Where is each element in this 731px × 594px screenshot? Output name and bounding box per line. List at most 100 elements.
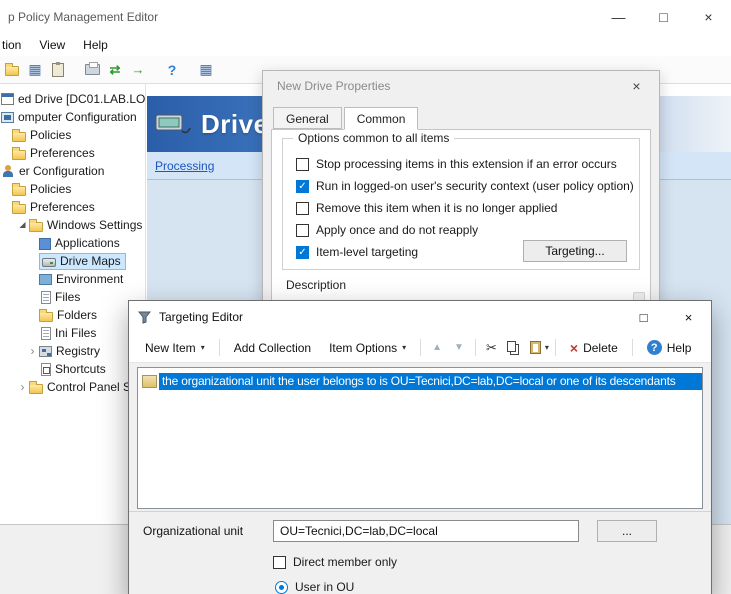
grid-view-icon[interactable]: ▦ xyxy=(196,60,216,80)
folder-icon xyxy=(12,132,26,142)
tree-item-control-panel-settings[interactable]: › Control Panel Sett xyxy=(0,378,145,396)
close-button[interactable]: × xyxy=(686,0,731,34)
tree-item-windows-settings[interactable]: ◢ Windows Settings xyxy=(0,216,145,234)
up-level-icon[interactable] xyxy=(2,60,22,80)
add-collection-label: Add Collection xyxy=(234,341,311,355)
chevron-down-icon[interactable]: ▾ xyxy=(545,343,549,352)
tree-item-registry[interactable]: › Registry xyxy=(0,342,145,360)
targeting-button[interactable]: Targeting... xyxy=(523,240,627,262)
tree-item-policies-user[interactable]: Policies xyxy=(0,180,145,198)
targeting-items-list: the organizational unit the user belongs… xyxy=(137,367,703,509)
menu-action[interactable]: tion xyxy=(0,35,30,55)
expander-closed-icon[interactable]: › xyxy=(16,378,29,396)
new-item-button[interactable]: New Item ▾ xyxy=(137,337,213,359)
funnel-icon xyxy=(138,311,151,324)
targeting-item-text: the organizational unit the user belongs… xyxy=(159,373,702,390)
maximize-icon[interactable]: □ xyxy=(621,301,666,333)
checkbox-checked[interactable]: ✓ xyxy=(296,180,309,193)
tree-item-files[interactable]: Files xyxy=(0,288,145,306)
expander-open-icon[interactable]: ◢ xyxy=(16,216,29,234)
folder-icon xyxy=(29,384,43,394)
add-collection-button[interactable]: Add Collection xyxy=(226,337,319,359)
toolbar-separator xyxy=(555,339,556,356)
minimize-button[interactable]: — xyxy=(596,0,641,34)
option-run-user-context[interactable]: ✓ Run in logged-on user's security conte… xyxy=(283,175,639,197)
targeting-item-row[interactable]: the organizational unit the user belongs… xyxy=(138,372,702,390)
console-tree: ed Drive [DC01.LAB.LOCA omputer Configur… xyxy=(0,84,146,524)
checkbox-unchecked[interactable] xyxy=(296,224,309,237)
menu-help[interactable]: Help xyxy=(74,35,117,55)
option-apply-once[interactable]: Apply once and do not reapply xyxy=(283,219,639,241)
tree-item-label: Policies xyxy=(30,182,71,196)
tree-item-shortcuts[interactable]: Shortcuts xyxy=(0,360,145,378)
folder-icon xyxy=(5,66,19,76)
option-stop-processing[interactable]: Stop processing items in this extension … xyxy=(283,153,639,175)
close-icon[interactable]: × xyxy=(666,301,711,333)
tree-item-environment[interactable]: Environment xyxy=(0,270,145,288)
refresh-icon[interactable]: ⇄ xyxy=(105,60,125,80)
console-icon xyxy=(1,93,14,105)
user-in-ou-row[interactable]: User in OU xyxy=(275,580,697,594)
move-down-icon[interactable]: ▼ xyxy=(449,342,469,353)
tree-item-label: Files xyxy=(55,290,80,304)
folder-icon xyxy=(12,150,26,160)
chevron-down-icon: ▾ xyxy=(201,343,205,352)
cut-icon[interactable]: ✂ xyxy=(482,340,501,356)
move-up-icon[interactable]: ▲ xyxy=(427,342,447,353)
tree-item-folders[interactable]: Folders xyxy=(0,306,145,324)
delete-label: Delete xyxy=(583,341,618,355)
tree-item-user-configuration[interactable]: er Configuration xyxy=(0,162,145,180)
menu-view[interactable]: View xyxy=(30,35,74,55)
copy-icon[interactable] xyxy=(507,341,516,352)
targeting-toolbar: New Item ▾ Add Collection Item Options ▾… xyxy=(129,333,711,363)
screen: p Policy Management Editor — □ × tion Vi… xyxy=(0,0,731,594)
tree-item-ini-files[interactable]: Ini Files xyxy=(0,324,145,342)
tree-item-preferences-user[interactable]: Preferences xyxy=(0,198,145,216)
folder-icon xyxy=(12,186,26,196)
printer-icon xyxy=(85,64,100,75)
console-tree-icon[interactable]: ▦ xyxy=(25,60,45,80)
checkbox-unchecked[interactable] xyxy=(296,202,309,215)
organizational-unit-input[interactable] xyxy=(273,520,579,542)
tree-item-label: Environment xyxy=(56,272,123,286)
paste-icon[interactable] xyxy=(530,341,541,354)
tree-item-applications[interactable]: Applications xyxy=(0,234,145,252)
checkbox-checked[interactable]: ✓ xyxy=(296,246,309,259)
tree-item-drive-maps[interactable]: Drive Maps xyxy=(0,252,145,270)
toolbar-separator xyxy=(475,339,476,356)
help-button[interactable]: ? Help xyxy=(639,336,700,359)
tab-common[interactable]: Common xyxy=(344,107,419,130)
checkbox-unchecked[interactable] xyxy=(296,158,309,171)
maximize-button[interactable]: □ xyxy=(641,0,686,34)
clipboard-icon xyxy=(52,63,64,77)
properties-icon[interactable] xyxy=(48,60,68,80)
applications-icon xyxy=(39,238,51,250)
toolbar-separator xyxy=(219,339,220,356)
option-remove-item[interactable]: Remove this item when it is no longer ap… xyxy=(283,197,639,219)
menubar: tion View Help xyxy=(0,34,731,56)
browse-button[interactable]: ... xyxy=(597,520,657,542)
tree-item-label: omputer Configuration xyxy=(18,110,137,124)
window-controls: — □ × xyxy=(596,0,731,34)
export-list-icon[interactable]: → xyxy=(128,60,148,80)
direct-member-row[interactable]: Direct member only xyxy=(273,555,697,569)
tree-item-root[interactable]: ed Drive [DC01.LAB.LOCA xyxy=(0,90,145,108)
tab-general[interactable]: General xyxy=(273,107,342,129)
item-options-button[interactable]: Item Options ▾ xyxy=(321,337,414,359)
radio-selected[interactable] xyxy=(275,581,288,594)
print-icon[interactable] xyxy=(82,60,102,80)
option-label: Remove this item when it is no longer ap… xyxy=(316,201,557,215)
tree-item-preferences[interactable]: Preferences xyxy=(0,144,145,162)
groupbox-title: Options common to all items xyxy=(293,131,454,145)
shortcuts-icon xyxy=(41,363,51,376)
tree-item-policies[interactable]: Policies xyxy=(0,126,145,144)
tree-item-computer-configuration[interactable]: omputer Configuration xyxy=(0,108,145,126)
checkbox-unchecked[interactable] xyxy=(273,556,286,569)
delete-button[interactable]: × Delete xyxy=(562,336,626,360)
close-icon[interactable]: × xyxy=(614,71,659,101)
processing-link[interactable]: Processing xyxy=(155,159,214,173)
files-icon xyxy=(41,291,51,304)
help-icon[interactable]: ? xyxy=(162,60,182,80)
properties-titlebar: New Drive Properties × xyxy=(263,71,659,101)
expander-closed-icon[interactable]: › xyxy=(26,342,39,360)
